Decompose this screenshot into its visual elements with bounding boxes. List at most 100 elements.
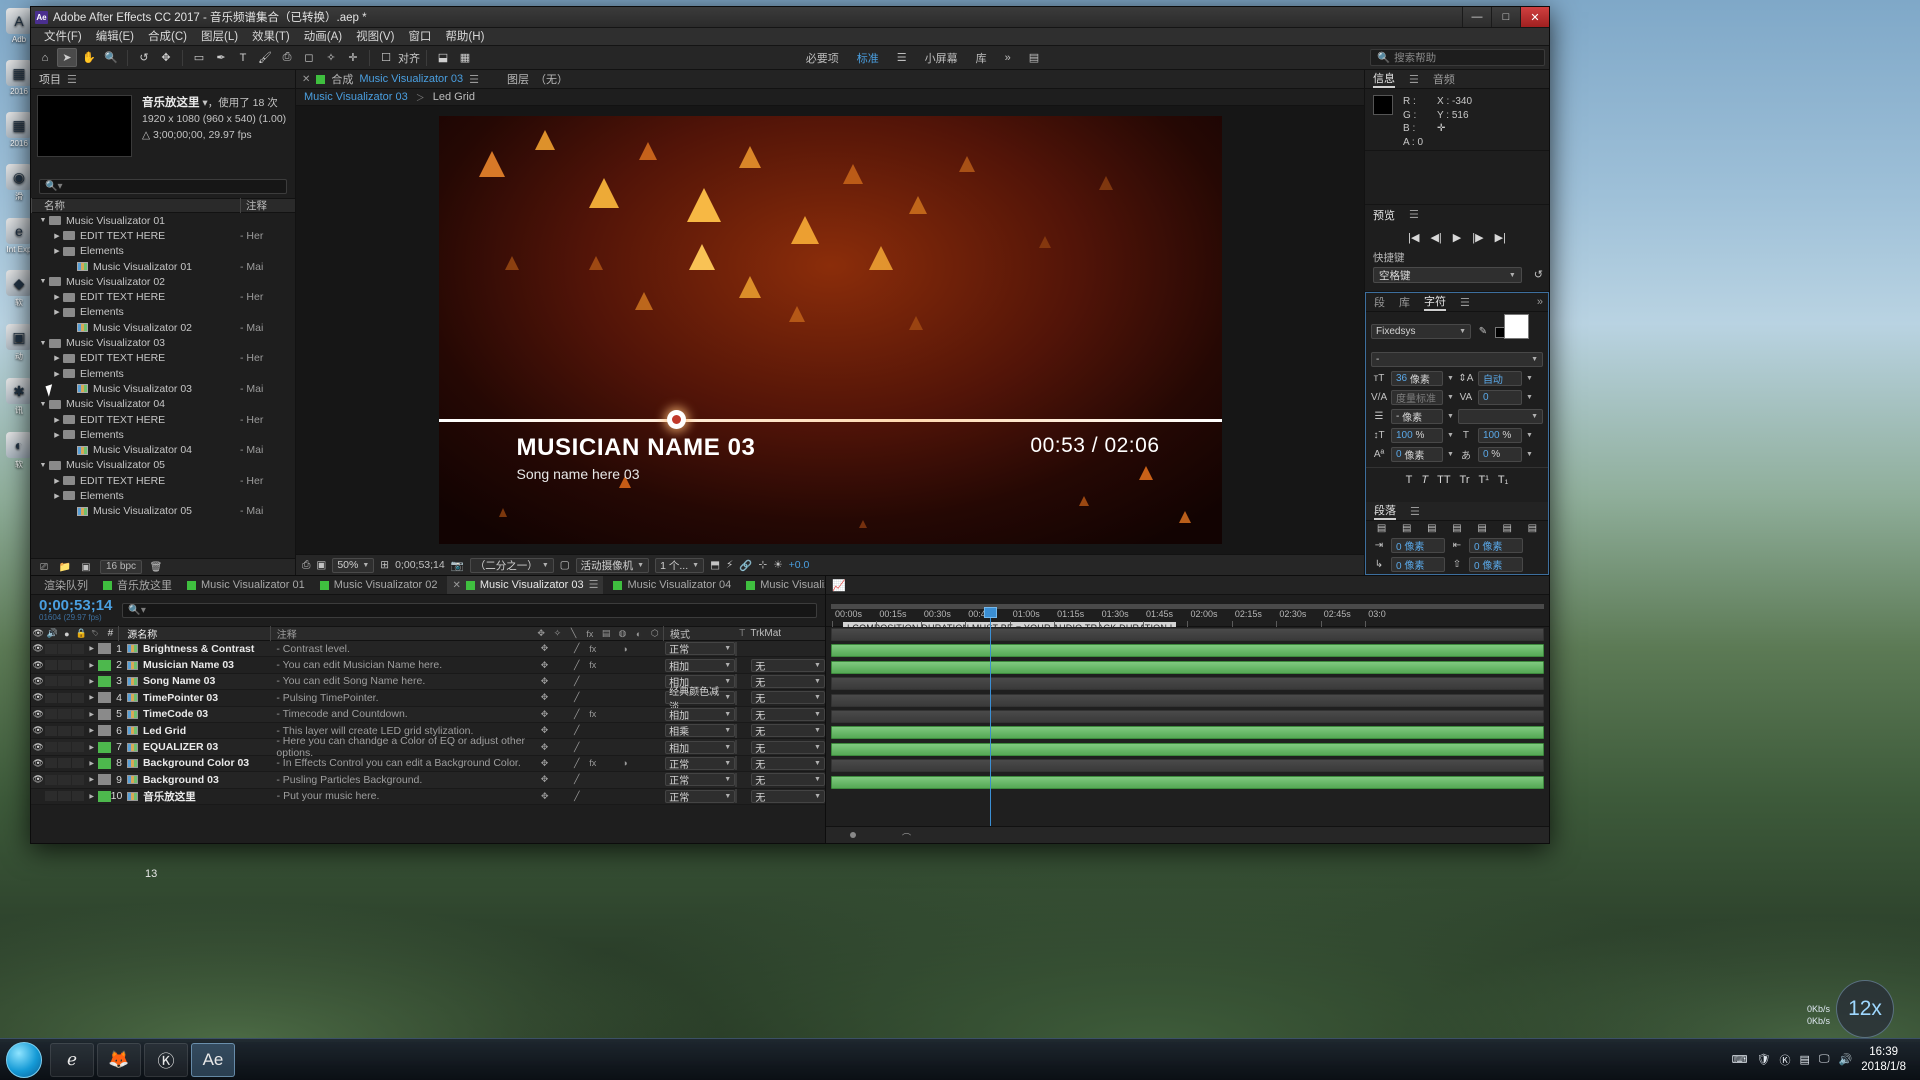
- layer-motion-blur-toggle[interactable]: ◑: [617, 758, 633, 768]
- trkmat-header[interactable]: TrkMat: [750, 628, 825, 639]
- layer-twirl-icon[interactable]: ▶: [85, 727, 98, 734]
- timeline-tab-6[interactable]: Music Visualizator 05: [741, 579, 825, 591]
- layer-visibility-toggle[interactable]: 👁: [31, 660, 45, 671]
- layer-lock-toggle[interactable]: [71, 774, 85, 785]
- layer-comment[interactable]: - Pulsing TimePointer.: [276, 692, 536, 704]
- layer-audio-toggle[interactable]: [45, 676, 58, 687]
- project-list-item[interactable]: Music Visualizator 03 - Mai: [31, 381, 295, 396]
- clone-stamp-icon[interactable]: ⎙: [277, 48, 297, 67]
- align-right-icon[interactable]: ▤: [1424, 523, 1440, 534]
- resolution-select[interactable]: （二分之一） ▼: [469, 557, 554, 573]
- trkmat-preserve-box[interactable]: [735, 658, 738, 673]
- workspace-menu-icon[interactable]: ☰: [888, 51, 916, 64]
- layer-visibility-toggle[interactable]: 👁: [31, 725, 45, 736]
- layer-mode-cell[interactable]: 相加 ▼: [665, 658, 736, 673]
- layer-twirl-icon[interactable]: ▶: [85, 760, 98, 767]
- trkmat-preserve-box[interactable]: [735, 772, 738, 787]
- timeline-ruler[interactable]: ! COMPOSITION DURATION MUST BE = YOUR AU…: [826, 595, 1549, 778]
- layer-mode-cell[interactable]: 相加 ▼: [665, 740, 736, 755]
- comp-nav-icon[interactable]: ⌒: [902, 831, 911, 844]
- layer-trkmat-cell[interactable]: 无 ▼: [751, 724, 825, 738]
- menu-item-0[interactable]: 文件(F): [37, 28, 89, 46]
- minimize-button[interactable]: —: [1462, 7, 1491, 27]
- layer-audio-toggle[interactable]: [45, 774, 58, 785]
- layer-label-color[interactable]: [98, 790, 111, 802]
- timeline-tab-1[interactable]: 音乐放这里: [98, 577, 177, 593]
- layer-audio-toggle[interactable]: [45, 742, 58, 753]
- after-effects-taskbar-icon[interactable]: Ae: [191, 1042, 235, 1077]
- layer-mode-cell[interactable]: 正常 ▼: [665, 773, 736, 787]
- layer-solo-toggle[interactable]: [58, 709, 71, 720]
- layer-twirl-icon[interactable]: ▶: [85, 694, 98, 701]
- project-list-item[interactable]: ▶ EDIT TEXT HERE - Her: [31, 351, 295, 366]
- comp-flowchart-icon[interactable]: ⊹: [758, 559, 767, 571]
- layer-label-color[interactable]: [98, 643, 111, 655]
- current-time-display[interactable]: 0;00;53;14 01604 (29.97 fps): [39, 598, 112, 622]
- menu-item-5[interactable]: 动画(A): [297, 28, 349, 46]
- layer-shy-toggle[interactable]: ✥: [537, 791, 553, 802]
- layer-mode-select[interactable]: 正常 ▼: [665, 756, 736, 771]
- layer-comment[interactable]: - You can edit Song Name here.: [276, 675, 536, 687]
- region-of-interest-icon[interactable]: ▣: [316, 559, 326, 571]
- pixel-aspect-icon[interactable]: ⬒: [710, 559, 720, 571]
- exposure-reset-icon[interactable]: ☀: [773, 559, 782, 571]
- layer-solo-toggle[interactable]: [58, 692, 71, 703]
- kerning-field[interactable]: 度量标准: [1391, 390, 1443, 405]
- workspace-library[interactable]: 库: [967, 50, 996, 66]
- layer-mode-cell[interactable]: 正常 ▼: [665, 642, 736, 656]
- rect-mask-icon[interactable]: ▭: [189, 48, 209, 67]
- roto-brush-icon[interactable]: ✧: [321, 48, 341, 67]
- layer-trkmat-cell[interactable]: 无 ▼: [751, 691, 825, 705]
- indent-right-field[interactable]: 0 像素: [1469, 538, 1523, 553]
- menu-item-6[interactable]: 视图(V): [349, 28, 401, 46]
- layer-visibility-toggle[interactable]: 👁: [31, 758, 45, 769]
- timeline-layer-row[interactable]: 👁 ▶ 1 Brightness & Contrast - Contrast level…: [31, 641, 825, 658]
- layer-twirl-icon[interactable]: ▶: [85, 662, 98, 669]
- layer-trkmat-select[interactable]: 无 ▼: [751, 789, 825, 804]
- layer-source-name[interactable]: EQUALIZER 03: [126, 741, 276, 753]
- timeline-tab-4[interactable]: ✕ Music Visualizator 03 ☰: [447, 576, 604, 594]
- timeline-tab-0[interactable]: 渲染队列: [39, 577, 93, 593]
- layer-trkmat-cell[interactable]: 无 ▼: [751, 773, 825, 787]
- last-frame-icon[interactable]: ▶|: [1495, 231, 1506, 244]
- small-caps-button[interactable]: Tr: [1460, 474, 1470, 486]
- layer-shy-toggle[interactable]: ✥: [537, 758, 553, 769]
- layer-source-name[interactable]: Musician Name 03: [126, 659, 276, 671]
- project-list-item[interactable]: Music Visualizator 02 - Mai: [31, 320, 295, 335]
- timeline-tab-5[interactable]: Music Visualizator 04: [608, 579, 736, 591]
- align-left-icon[interactable]: ▤: [1374, 523, 1390, 534]
- breadcrumb-active-comp[interactable]: Music Visualizator 03: [304, 91, 408, 103]
- layer-comment[interactable]: - Pusling Particles Background.: [276, 774, 536, 786]
- kugou-tray-icon[interactable]: Ⓚ: [1780, 1052, 1791, 1068]
- layer-duration-bar[interactable]: [831, 628, 1544, 641]
- layer-twirl-icon[interactable]: ▶: [85, 711, 98, 718]
- column-comment[interactable]: 注释: [240, 198, 295, 213]
- comment-header[interactable]: 注释: [269, 626, 533, 641]
- project-list-item[interactable]: ▶ EDIT TEXT HERE - Her: [31, 228, 295, 243]
- pen-icon[interactable]: ✒: [211, 48, 231, 67]
- project-list-item[interactable]: ▼ Music Visualizator 01: [31, 213, 295, 228]
- edge-browser-icon[interactable]: ℯ: [50, 1042, 94, 1077]
- layer-quality-toggle[interactable]: ╱: [569, 676, 585, 687]
- timeline-tab-3[interactable]: Music Visualizator 02: [315, 579, 443, 591]
- layer-duration-bar[interactable]: [831, 726, 1544, 740]
- faux-italic-button[interactable]: T: [1421, 474, 1428, 486]
- grid-icon[interactable]: ▦: [455, 48, 475, 67]
- new-composition-icon[interactable]: ▣: [79, 561, 93, 573]
- vertical-scale-field[interactable]: 100 %: [1391, 428, 1443, 443]
- maximize-button[interactable]: □: [1491, 7, 1520, 27]
- firefox-icon[interactable]: 🦊: [97, 1042, 141, 1077]
- trkmat-preserve-box[interactable]: [735, 740, 738, 755]
- layer-mode-select[interactable]: 正常 ▼: [665, 773, 736, 787]
- layer-shy-toggle[interactable]: ✥: [537, 725, 553, 736]
- layer-solo-toggle[interactable]: [58, 791, 71, 802]
- twirl-closed-icon[interactable]: ▶: [51, 431, 63, 439]
- composition-viewer[interactable]: MUSICIAN NAME 03 Song name here 03 00:53…: [296, 106, 1364, 554]
- layer-source-name[interactable]: 音乐放这里: [127, 789, 276, 804]
- tab-library[interactable]: 库: [1399, 294, 1410, 310]
- panel-menu-icon[interactable]: ☰: [1409, 73, 1419, 86]
- trkmat-preserve-box[interactable]: [735, 690, 738, 705]
- tab-info[interactable]: 信息: [1373, 70, 1395, 88]
- reset-icon[interactable]: ↺: [1534, 268, 1543, 281]
- layer-visibility-toggle[interactable]: 👁: [31, 774, 45, 785]
